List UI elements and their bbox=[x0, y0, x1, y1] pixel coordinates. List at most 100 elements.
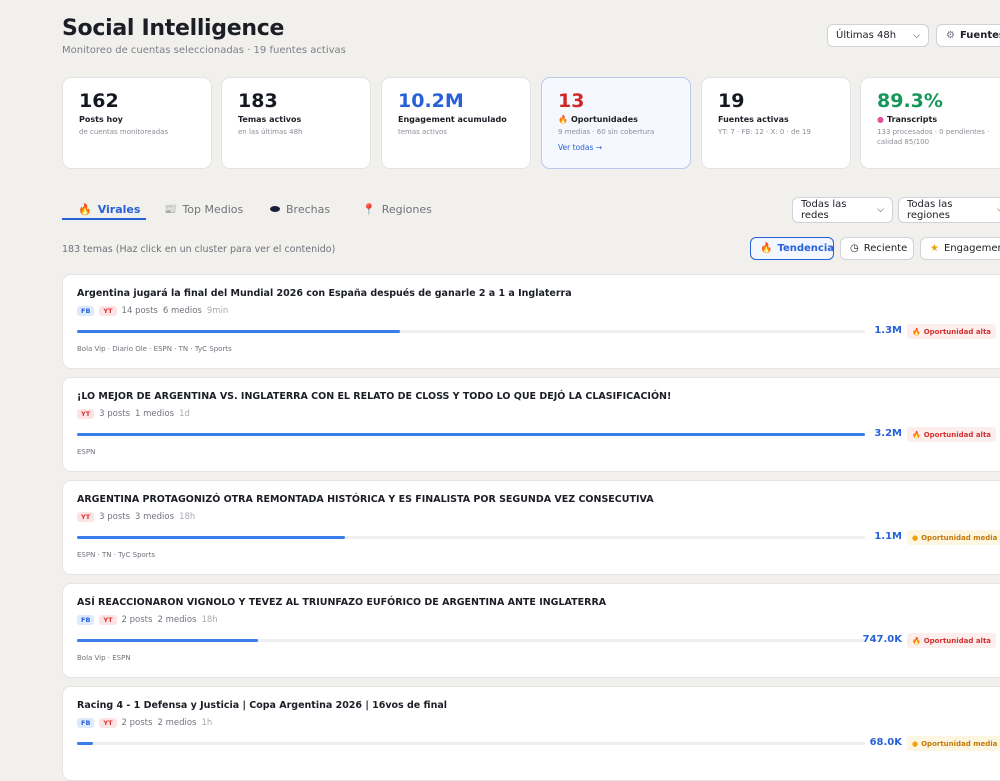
network-filter-select[interactable]: Todas las redes ⌵ bbox=[792, 197, 893, 223]
topic-age: 18h bbox=[179, 512, 196, 522]
engagement-value: 1.3M bbox=[874, 325, 902, 336]
chevron-down-icon: ⌵ bbox=[877, 205, 884, 215]
kpi-label-row: ● Transcripts bbox=[877, 115, 993, 124]
topic-sources: ESPN · TN · TyC Sports bbox=[77, 551, 156, 559]
topic-card[interactable]: ARGENTINA PROTAGONIZÓ OTRA REMONTADA HIS… bbox=[62, 480, 1000, 575]
engagement-bar bbox=[77, 742, 865, 745]
topic-meta: FB YT 14 posts 6 medios 9min bbox=[77, 306, 228, 316]
engagement-value: 3.2M bbox=[874, 428, 902, 439]
sort-label: Reciente bbox=[863, 243, 908, 254]
tab-regiones[interactable]: 📍 Regiones bbox=[362, 197, 432, 221]
posts-count: 2 posts bbox=[121, 718, 153, 728]
kpi-transcripts: 89.3% ● Transcripts 133 procesados · 0 p… bbox=[860, 77, 1000, 169]
opportunity-label: Oportunidad alta bbox=[923, 636, 992, 645]
fire-icon: 🔥 bbox=[78, 202, 92, 216]
tab-label: Top Medios bbox=[182, 202, 244, 216]
kpi-sub: 133 procesados · 0 pendientes · calidad … bbox=[877, 128, 990, 146]
topic-title[interactable]: Racing 4 - 1 Defensa y Justicia | Copa A… bbox=[77, 700, 447, 711]
topic-sources: Bola Vip · Diario Ole · ESPN · TN · TyC … bbox=[77, 345, 232, 353]
brain-icon: ● bbox=[877, 115, 884, 124]
topic-title[interactable]: ARGENTINA PROTAGONIZÓ OTRA REMONTADA HIS… bbox=[77, 494, 654, 505]
opportunity-badge: ● Oportunidad media bbox=[907, 736, 1000, 751]
kpi-value: 89.3% bbox=[877, 90, 943, 112]
kpi-sub: temas activos bbox=[398, 128, 447, 136]
fire-icon: 🔥 bbox=[912, 430, 921, 439]
pin-icon: 📍 bbox=[362, 202, 376, 216]
topic-meta: YT 3 posts 3 medios 18h bbox=[77, 512, 195, 522]
kpi-label: Oportunidades bbox=[570, 115, 638, 124]
engagement-value: 1.1M bbox=[874, 531, 902, 542]
engagement-bar bbox=[77, 330, 865, 333]
topic-card[interactable]: ASÍ REACCIONARON VIGNOLO Y TEVEZ AL TRIU… bbox=[62, 583, 1000, 678]
topic-meta: FB YT 2 posts 2 medios 18h bbox=[77, 615, 218, 625]
circle-icon: ● bbox=[912, 739, 919, 748]
sources-button-label: Fuentes bbox=[959, 30, 1000, 41]
media-count: 3 medios bbox=[135, 512, 175, 522]
sort-trending-button[interactable]: 🔥 Tendencia bbox=[750, 237, 834, 260]
kpi-label: Fuentes activas bbox=[718, 115, 789, 124]
media-count: 2 medios bbox=[157, 615, 197, 625]
star-icon: ★ bbox=[930, 243, 939, 254]
media-count: 1 medios bbox=[135, 409, 175, 419]
topics-count: 183 temas (Haz click en un cluster para … bbox=[62, 244, 336, 255]
kpi-active-topics: 183 Temas activos en las últimas 48h bbox=[221, 77, 371, 169]
topic-age: 1h bbox=[201, 718, 213, 728]
tab-label: Brechas bbox=[286, 202, 331, 216]
engagement-bar bbox=[77, 536, 865, 539]
opportunity-label: Oportunidad alta bbox=[923, 430, 992, 439]
opportunity-label: Oportunidad alta bbox=[923, 327, 992, 336]
engagement-bar-fill bbox=[77, 330, 401, 333]
kpi-label: Posts hoy bbox=[79, 115, 123, 124]
network-tag: YT bbox=[77, 512, 95, 522]
opportunity-label: Oportunidad media bbox=[921, 533, 998, 542]
tab-label: Regiones bbox=[381, 202, 432, 216]
network-tag: FB bbox=[77, 306, 95, 316]
posts-count: 3 posts bbox=[99, 512, 131, 522]
network-tag: YT bbox=[77, 409, 95, 419]
opportunity-badge: 🔥 Oportunidad alta bbox=[907, 633, 997, 648]
newspaper-icon: 📰 bbox=[164, 203, 177, 215]
time-filter-select[interactable]: Últimas 48h ⌵ bbox=[827, 24, 929, 47]
kpi-sub: YT: 7 · FB: 12 · X: 0 · de 19 bbox=[718, 128, 811, 136]
topic-age: 18h bbox=[201, 615, 218, 625]
fire-icon: 🔥 bbox=[558, 115, 568, 124]
tab-top-medios[interactable]: 📰 Top Medios bbox=[164, 197, 243, 221]
clock-icon: ◷ bbox=[850, 243, 859, 254]
posts-count: 14 posts bbox=[121, 306, 158, 316]
topic-title[interactable]: ASÍ REACCIONARON VIGNOLO Y TEVEZ AL TRIU… bbox=[77, 597, 606, 608]
topic-card[interactable]: ¡LO MEJOR DE ARGENTINA VS. INGLATERRA CO… bbox=[62, 377, 1000, 472]
topic-age: 9min bbox=[206, 306, 229, 316]
page-title: Social Intelligence bbox=[62, 16, 285, 41]
kpi-sub: en las últimas 48h bbox=[238, 128, 303, 136]
opportunity-label: Oportunidad media bbox=[921, 739, 998, 748]
opportunity-badge: ● Oportunidad media bbox=[907, 530, 1000, 545]
sources-button[interactable]: ⚙ Fuentes bbox=[936, 24, 1000, 47]
region-filter-select[interactable]: Todas las regiones ⌵ bbox=[898, 197, 1000, 223]
network-tag: YT bbox=[99, 718, 117, 728]
engagement-bar bbox=[77, 639, 865, 642]
topic-card[interactable]: Argentina jugará la final del Mundial 20… bbox=[62, 274, 1000, 369]
see-all-link[interactable]: Ver todas → bbox=[558, 143, 674, 152]
kpi-opportunities[interactable]: 13 🔥 Oportunidades 9 medias · 60 sin cob… bbox=[541, 77, 691, 169]
sort-recent-button[interactable]: ◷ Reciente bbox=[840, 237, 914, 260]
sort-engagement-button[interactable]: ★ Engagement bbox=[920, 237, 1000, 260]
kpi-value: 162 bbox=[79, 90, 119, 112]
posts-count: 3 posts bbox=[99, 409, 131, 419]
topic-title[interactable]: Argentina jugará la final del Mundial 20… bbox=[77, 288, 572, 299]
network-tag: FB bbox=[77, 615, 95, 625]
tab-brechas[interactable]: Brechas bbox=[270, 197, 330, 221]
fire-icon: 🔥 bbox=[912, 327, 921, 336]
hole-icon bbox=[270, 206, 280, 212]
kpi-sub: de cuentas monitoreadas bbox=[79, 128, 169, 136]
topic-title[interactable]: ¡LO MEJOR DE ARGENTINA VS. INGLATERRA CO… bbox=[77, 391, 671, 402]
media-count: 6 medios bbox=[162, 306, 202, 316]
engagement-bar-fill bbox=[77, 536, 345, 539]
topic-age: 1d bbox=[179, 409, 190, 419]
engagement-value: 747.0K bbox=[862, 634, 902, 645]
engagement-bar-fill bbox=[77, 639, 259, 642]
topic-card[interactable]: Racing 4 - 1 Defensa y Justicia | Copa A… bbox=[62, 686, 1000, 781]
gear-icon: ⚙ bbox=[946, 30, 955, 41]
chevron-down-icon: ⌵ bbox=[913, 30, 920, 41]
time-filter-value: Últimas 48h bbox=[836, 30, 897, 41]
engagement-bar-fill bbox=[77, 433, 865, 436]
